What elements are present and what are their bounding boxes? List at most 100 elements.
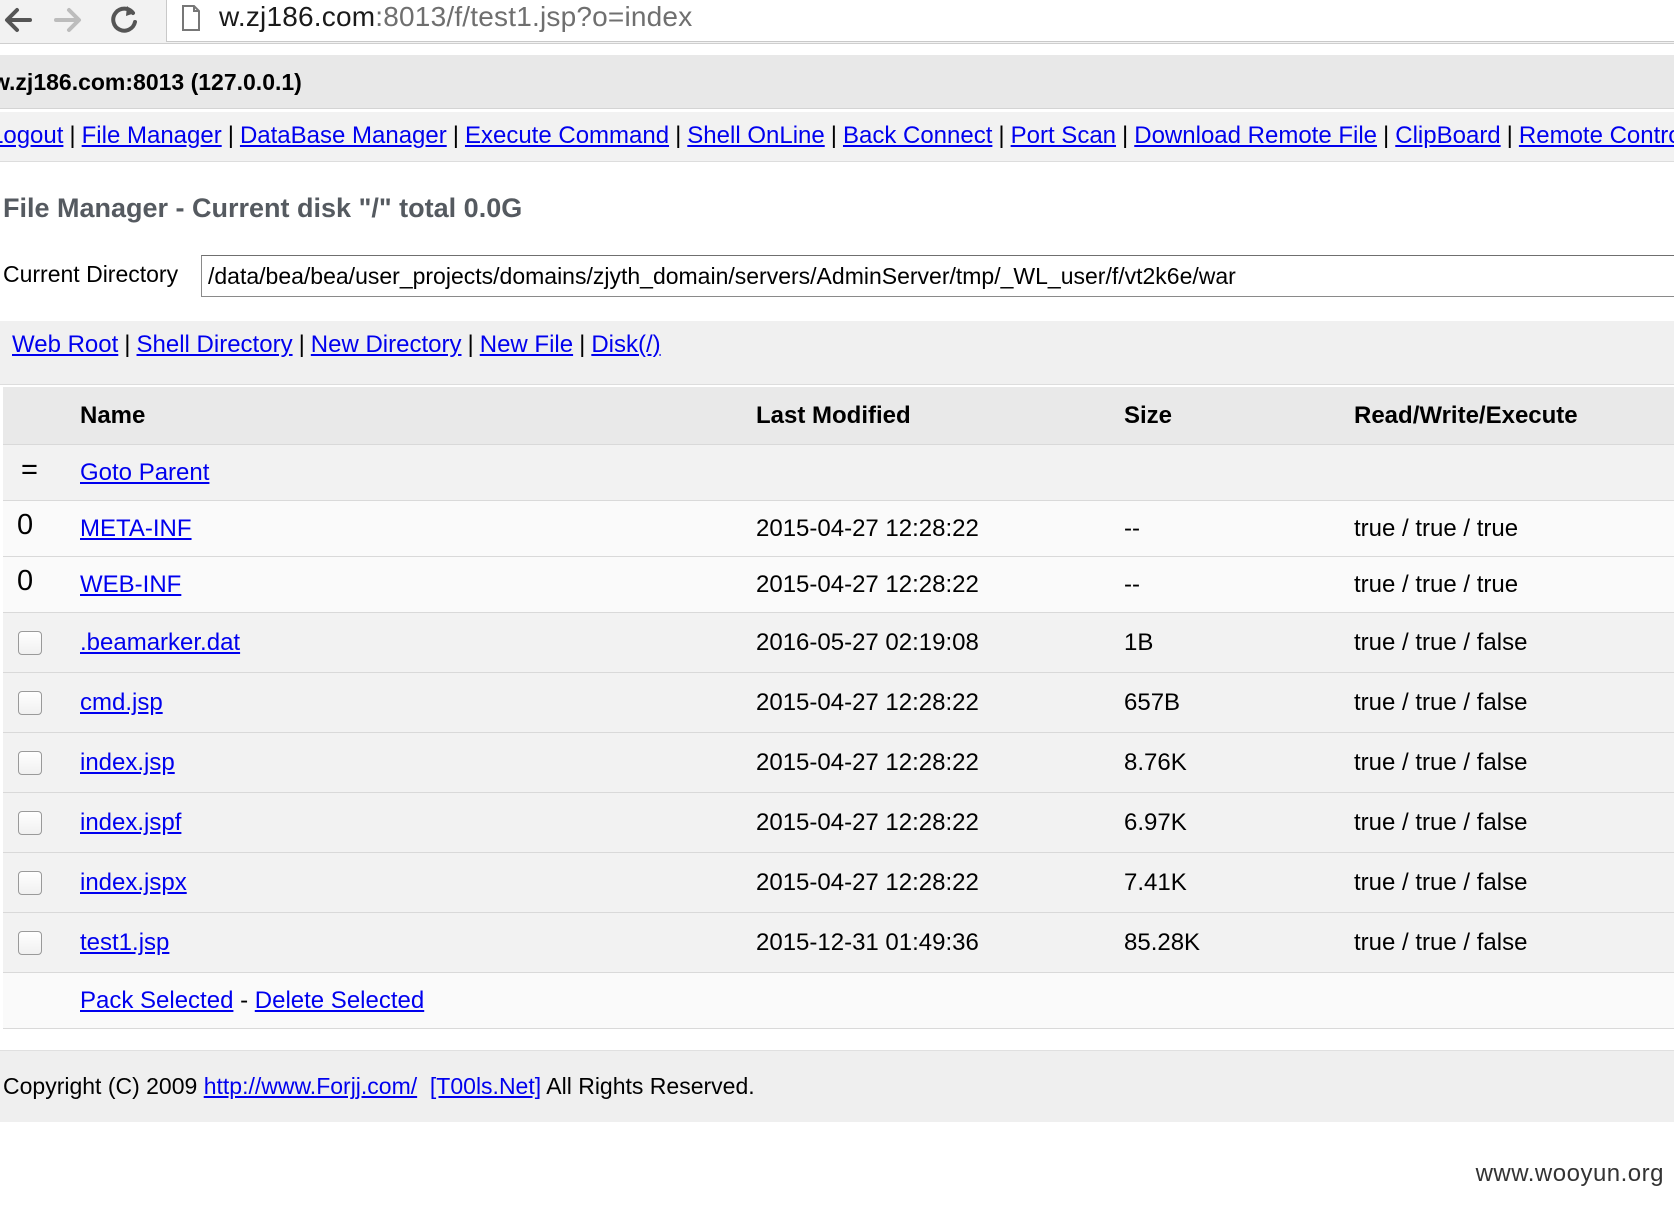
table-row: index.jspf 2015-04-27 12:28:22 6.97K tru…	[3, 793, 1674, 853]
file-name-link[interactable]: index.jspx	[80, 869, 187, 897]
table-row-parent: = Goto Parent	[3, 445, 1674, 501]
menu-separator: |	[1506, 122, 1513, 149]
permissions: true / true / false	[1354, 749, 1528, 776]
file-name-link[interactable]: index.jspf	[80, 809, 181, 837]
page-title: File Manager - Current disk "/" total 0.…	[3, 193, 523, 223]
delete-selected-link[interactable]: Delete Selected	[255, 987, 424, 1014]
table-header: Name Last Modified Size Read/Write/Execu…	[3, 387, 1674, 445]
current-directory-input[interactable]	[201, 255, 1674, 297]
select-checkbox[interactable]	[18, 931, 42, 955]
link-separator: |	[124, 331, 131, 358]
column-header-permissions: Read/Write/Execute	[1354, 402, 1578, 429]
column-header-size: Size	[1124, 402, 1173, 429]
menu-back-connect[interactable]: Back Connect	[843, 122, 992, 149]
forward-arrow-icon[interactable]	[50, 0, 86, 40]
table-actions-row: Pack Selected - Delete Selected	[3, 973, 1674, 1029]
last-modified: 2015-04-27 12:28:22	[756, 869, 979, 896]
file-size: 85.28K	[1124, 929, 1201, 956]
menu-logout[interactable]: Logout	[0, 122, 63, 149]
menu-separator: |	[69, 122, 76, 149]
link-separator: |	[298, 331, 305, 358]
menu-clipboard[interactable]: ClipBoard	[1395, 122, 1500, 149]
watermark: www.wooyun.org	[1475, 1160, 1664, 1187]
file-size: 6.97K	[1124, 809, 1187, 836]
select-checkbox[interactable]	[18, 631, 42, 655]
parent-glyph: =	[21, 454, 38, 486]
folder-glyph: 0	[17, 565, 34, 597]
file-name-link[interactable]: test1.jsp	[80, 929, 169, 957]
web-root-link[interactable]: Web Root	[12, 331, 118, 358]
url-path: :8013/f/test1.jsp?o=index	[375, 1, 693, 32]
bulk-actions: Pack Selected - Delete Selected	[80, 987, 424, 1015]
t00ls-link[interactable]: [T00ls.Net]	[430, 1073, 541, 1099]
table-row: cmd.jsp 2015-04-27 12:28:22 657B true / …	[3, 673, 1674, 733]
quick-links: Web Root | Shell Directory | New Directory | N…	[0, 321, 1674, 385]
address-bar[interactable]: w.zj186.com:8013/f/test1.jsp?o=index	[166, 0, 1674, 42]
reload-icon[interactable]	[106, 0, 142, 40]
table-row: test1.jsp 2015-12-31 01:49:36 85.28K tru…	[3, 913, 1674, 973]
file-size: --	[1124, 515, 1140, 542]
column-header-last-modified: Last Modified	[756, 402, 911, 429]
select-checkbox[interactable]	[18, 811, 42, 835]
menu-port-scan[interactable]: Port Scan	[1011, 122, 1116, 149]
permissions: true / true / false	[1354, 629, 1528, 656]
main-menu: Logout|File Manager|DataBase Manager|Exe…	[0, 112, 1674, 162]
folder-glyph: 0	[17, 509, 34, 541]
menu-database-manager[interactable]: DataBase Manager	[240, 122, 447, 149]
new-directory-link[interactable]: New Directory	[311, 331, 462, 358]
permissions: true / true / false	[1354, 809, 1528, 836]
back-arrow-icon[interactable]	[0, 0, 36, 40]
last-modified: 2015-04-27 12:28:22	[756, 515, 979, 542]
last-modified: 2015-04-27 12:28:22	[756, 809, 979, 836]
forjj-link[interactable]: http://www.Forjj.com/	[204, 1073, 417, 1099]
host-info: w.zj186.com:8013 (127.0.0.1)	[0, 69, 302, 95]
last-modified: 2016-05-27 02:19:08	[756, 629, 979, 656]
page-icon	[181, 4, 201, 37]
copyright-suffix: All Rights Reserved.	[546, 1073, 755, 1099]
menu-separator: |	[830, 122, 837, 149]
menu-execute-command[interactable]: Execute Command	[465, 122, 669, 149]
permissions: true / true / true	[1354, 515, 1519, 542]
url-host: w.zj186.com	[219, 1, 376, 32]
permissions: true / true / false	[1354, 869, 1528, 896]
file-size: 657B	[1124, 689, 1181, 716]
menu-remote-control[interactable]: Remote Control	[1519, 122, 1674, 149]
file-name-link[interactable]: META-INF	[80, 515, 192, 543]
menu-separator: |	[1383, 122, 1390, 149]
browser-toolbar: w.zj186.com:8013/f/test1.jsp?o=index	[0, 0, 1674, 44]
pack-selected-link[interactable]: Pack Selected	[80, 987, 233, 1014]
menu-download-remote-file[interactable]: Download Remote File	[1134, 122, 1377, 149]
file-name-link[interactable]: index.jsp	[80, 749, 175, 777]
menu-separator: |	[998, 122, 1005, 149]
last-modified: 2015-04-27 12:28:22	[756, 689, 979, 716]
menu-separator: |	[1122, 122, 1129, 149]
table-row: 0 WEB-INF 2015-04-27 12:28:22 -- true / …	[3, 557, 1674, 613]
file-name-link[interactable]: cmd.jsp	[80, 689, 163, 717]
menu-separator: |	[675, 122, 682, 149]
disk-link[interactable]: Disk(/)	[591, 331, 660, 358]
file-table: Name Last Modified Size Read/Write/Execu…	[3, 387, 1674, 1029]
file-name-link[interactable]: WEB-INF	[80, 571, 181, 599]
goto-parent-link[interactable]: Goto Parent	[80, 459, 209, 487]
table-row: index.jspx 2015-04-27 12:28:22 7.41K tru…	[3, 853, 1674, 913]
permissions: true / true / true	[1354, 571, 1519, 598]
table-row: index.jsp 2015-04-27 12:28:22 8.76K true…	[3, 733, 1674, 793]
link-separator: |	[467, 331, 474, 358]
permissions: true / true / false	[1354, 689, 1528, 716]
last-modified: 2015-04-27 12:28:22	[756, 571, 979, 598]
shell-directory-link[interactable]: Shell Directory	[137, 331, 293, 358]
file-size: 7.41K	[1124, 869, 1187, 896]
action-separator: -	[240, 987, 249, 1014]
file-name-link[interactable]: .beamarker.dat	[80, 629, 240, 657]
new-file-link[interactable]: New File	[480, 331, 573, 358]
select-checkbox[interactable]	[18, 751, 42, 775]
last-modified: 2015-04-27 12:28:22	[756, 749, 979, 776]
menu-shell-online[interactable]: Shell OnLine	[687, 122, 824, 149]
select-checkbox[interactable]	[18, 871, 42, 895]
menu-file-manager[interactable]: File Manager	[82, 122, 222, 149]
table-row: 0 META-INF 2015-04-27 12:28:22 -- true /…	[3, 501, 1674, 557]
last-modified: 2015-12-31 01:49:36	[756, 929, 979, 956]
permissions: true / true / false	[1354, 929, 1528, 956]
copyright-prefix: Copyright (C) 2009	[3, 1073, 198, 1099]
select-checkbox[interactable]	[18, 691, 42, 715]
